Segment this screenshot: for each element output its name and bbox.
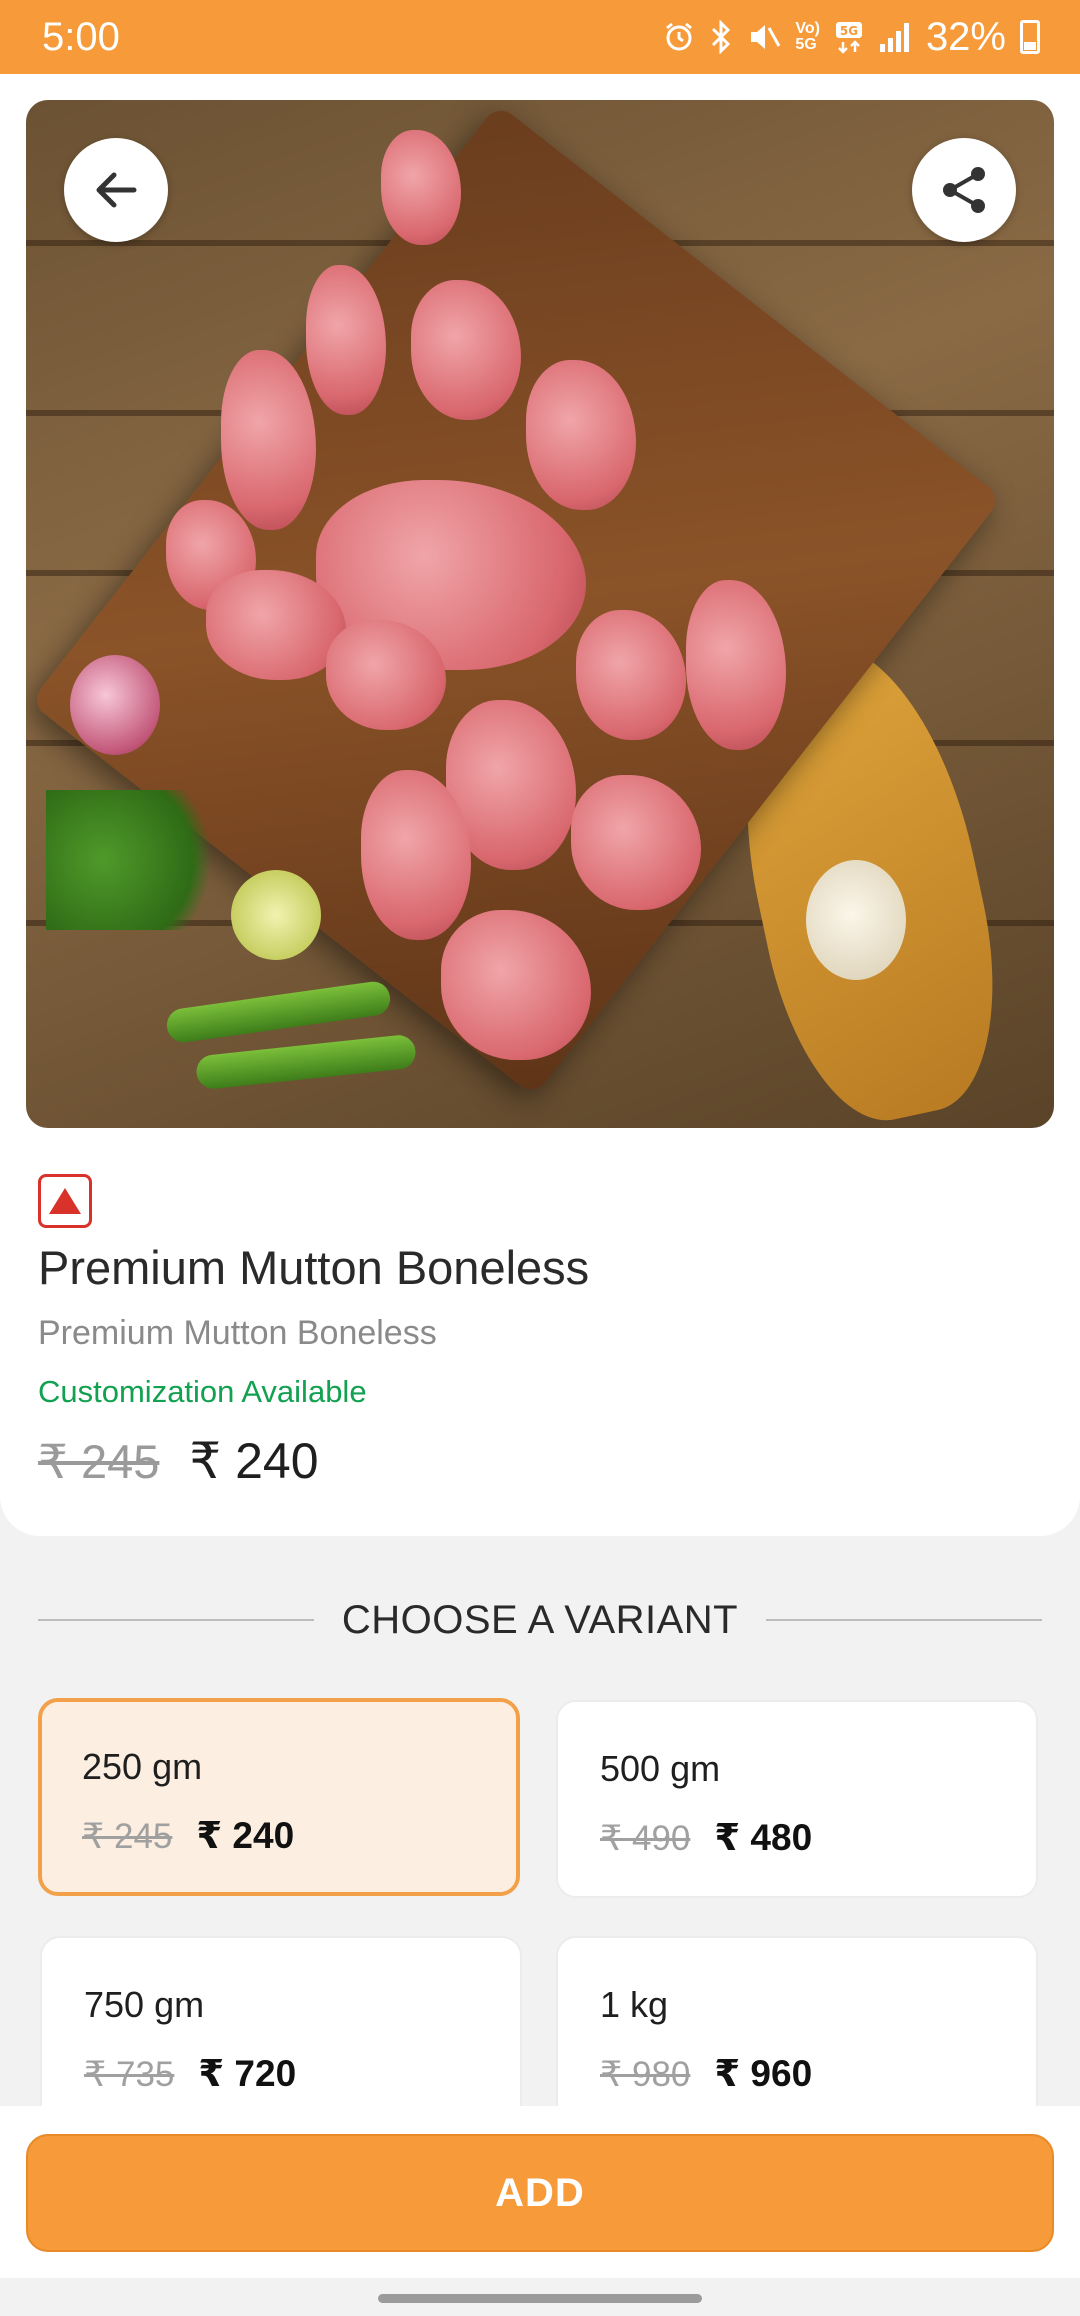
divider-right [766,1619,1042,1621]
home-indicator[interactable] [378,2294,702,2303]
variant-250gm[interactable]: 250 gm ₹ 245 ₹ 240 [38,1698,520,1896]
variant-1kg[interactable]: 1 kg ₹ 980 ₹ 960 [556,1936,1038,2134]
product-title: Premium Mutton Boneless [38,1241,590,1294]
variant-sale-price: ₹ 720 [198,2053,297,2094]
variant-500gm[interactable]: 500 gm ₹ 490 ₹ 480 [556,1700,1038,1898]
back-button[interactable] [64,138,168,242]
variant-sale-price: ₹ 480 [714,1817,813,1858]
divider-left [38,1619,314,1621]
variant-heading-label: CHOOSE A VARIANT [341,1597,739,1642]
variant-prices: ₹ 490 ₹ 480 [600,1816,1036,1859]
variant-original-price: ₹ 490 [600,1819,691,1858]
bluetooth-icon [709,20,733,54]
product-image [26,100,1054,1128]
nonveg-icon [38,1174,92,1228]
share-icon [943,167,985,213]
variant-heading: CHOOSE A VARIANT [38,1590,1042,1650]
sale-price: ₹ 240 [189,1433,319,1489]
variant-prices: ₹ 735 ₹ 720 [84,2052,520,2095]
variant-sale-price: ₹ 240 [196,1815,295,1856]
variant-original-price: ₹ 735 [84,2055,175,2094]
product-card: Premium Mutton Boneless Premium Mutton B… [0,74,1080,1536]
variant-original-price: ₹ 980 [600,2055,691,2094]
5g-data-icon: 5G [834,20,864,54]
add-button[interactable]: ADD [26,2134,1054,2252]
product-subtitle: Premium Mutton Boneless [38,1314,437,1352]
variant-size: 250 gm [82,1746,203,1787]
mute-icon [747,20,781,54]
price-row: ₹ 245 ₹ 240 [38,1432,319,1490]
variant-original-price: ₹ 245 [82,1817,173,1856]
share-button[interactable] [912,138,1016,242]
variant-sale-price: ₹ 960 [714,2053,813,2094]
bottom-panel: ADD [0,2106,1080,2278]
customization-label: Customization Available [38,1374,367,1409]
battery-percent: 32% [925,14,1006,59]
volte-5g-icon: Vo) 5G [795,20,820,53]
variant-size: 1 kg [600,1984,669,2025]
variant-size: 500 gm [600,1748,721,1789]
status-icons: Vo) 5G 5G 32% [663,15,1040,60]
variant-prices: ₹ 245 ₹ 240 [82,1814,516,1857]
variant-size: 750 gm [84,1984,205,2025]
alarm-icon [663,21,695,53]
bottom-bar: ADD [0,2106,1080,2316]
signal-icon [878,20,912,54]
variant-750gm[interactable]: 750 gm ₹ 735 ₹ 720 [40,1936,522,2134]
status-bar: 5:00 Vo) 5G 5G 32% [0,0,1080,74]
status-time: 5:00 [42,14,120,59]
battery-icon [1020,20,1040,54]
arrow-left-icon [96,172,137,208]
original-price: ₹ 245 [38,1435,160,1488]
variant-prices: ₹ 980 ₹ 960 [600,2052,1036,2095]
svg-text:5G: 5G [840,24,858,38]
